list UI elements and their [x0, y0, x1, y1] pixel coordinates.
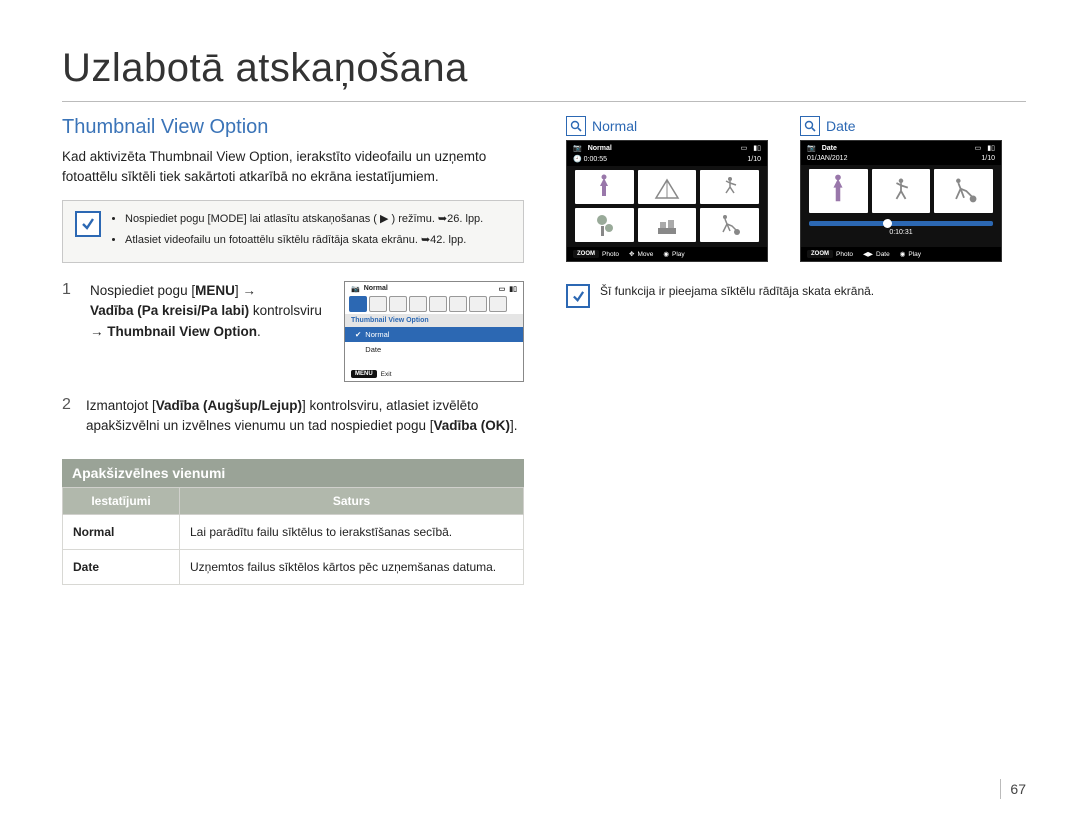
foot-label: Date [876, 251, 890, 258]
check-icon: ✔ [355, 330, 361, 339]
thumbnail[interactable] [575, 208, 634, 242]
step-text: ] → [235, 283, 256, 298]
camera-icon: 📷 [807, 144, 816, 152]
step-text: Nospiediet pogu [ [90, 283, 195, 298]
page-title: Uzlabotā atskaņošana [62, 46, 1026, 91]
table-cell: Lai parādītu failu sīktēlus to ierakstīš… [180, 514, 524, 549]
table-cell: Date [63, 549, 180, 584]
step-text: ]. [510, 418, 518, 433]
thumbnail[interactable] [638, 208, 697, 242]
step-text: Izmantojot [ [86, 398, 156, 413]
thumbnail[interactable] [700, 170, 759, 204]
table-row: Date Uzņemtos failus sīktēlos kārtos pēc… [63, 549, 524, 584]
battery-icon: ▮▯ [753, 144, 761, 152]
thumbnail[interactable] [934, 169, 993, 213]
step-text: Thumbnail View Option [107, 324, 257, 339]
battery-icon: ▮▯ [987, 144, 995, 152]
table-header: Iestatījumi [63, 487, 180, 514]
step-text: Vadība (Pa kreisi/Pa labi) [90, 303, 249, 318]
lcd-tab[interactable] [449, 296, 467, 312]
time-label: 0:10:31 [801, 229, 1001, 236]
check-icon [566, 284, 590, 308]
move-icon: ✥ [629, 250, 634, 258]
table-cell: Uzņemtos failus sīktēlos kārtos pēc uzņe… [180, 549, 524, 584]
foot-label: Photo [602, 251, 619, 258]
menu-badge: MENU [351, 370, 377, 378]
card-icon: ▭ [975, 144, 982, 152]
step-number: 1 [62, 281, 76, 299]
lcd-preview-date: 📷 Date ▭ ▮▯ 01/JAN/2012 1/10 [800, 140, 1002, 262]
lcd-tab[interactable] [429, 296, 447, 312]
timeline-slider[interactable] [809, 221, 993, 226]
table-row: Normal Lai parādītu failu sīktēlus to ie… [63, 514, 524, 549]
magnify-icon [800, 116, 820, 136]
check-icon [75, 211, 101, 237]
divider [62, 101, 1026, 102]
lcd-tab[interactable] [469, 296, 487, 312]
intro-text: Kad aktivizēta Thumbnail View Option, ie… [62, 147, 524, 186]
step-text: Vadība (Augšup/Lejup) [156, 398, 302, 413]
date-label: 01/JAN/2012 [807, 155, 847, 162]
thumbnail[interactable] [809, 169, 868, 213]
play-icon: ◉ [900, 250, 906, 258]
hint-box: Nospiediet pogu [MODE] lai atlasītu atsk… [62, 200, 524, 263]
lcd-option-selected[interactable]: ✔ Normal [345, 327, 523, 342]
thumbnail[interactable] [575, 170, 634, 204]
rbox-title: Date [826, 118, 856, 134]
hint-item: Atlasiet videofailu un fotoattēlu sīktēl… [125, 232, 483, 249]
camera-icon: 📷 [573, 144, 582, 152]
lcd-tab[interactable] [389, 296, 407, 312]
counter: 1/10 [981, 155, 995, 162]
step-text: Vadība (OK) [433, 418, 510, 433]
camera-icon: 📷 [351, 285, 360, 293]
foot-label: Photo [836, 251, 853, 258]
time-label: 0:00:55 [584, 156, 607, 163]
step-number: 2 [62, 396, 76, 437]
lcd-option-label: Date [365, 345, 381, 354]
hint-item: Nospiediet pogu [MODE] lai atlasītu atsk… [125, 211, 483, 228]
zoom-badge: ZOOM [807, 250, 833, 258]
card-icon: ▭ [741, 144, 748, 152]
card-icon: ▭ [499, 285, 506, 293]
hdr-label: Normal [364, 285, 388, 293]
lcd-preview-normal: 📷 Normal ▭ ▮▯ 🕘 0:00:55 1/10 [566, 140, 768, 262]
foot-label: Move [637, 251, 653, 258]
step-text: MENU [195, 283, 235, 298]
thumbnail[interactable] [872, 169, 931, 213]
lcd-tab[interactable] [489, 296, 507, 312]
thumbnail[interactable] [700, 208, 759, 242]
note-box: Šī funkcija ir pieejama sīktēlu rādītāja… [566, 284, 1026, 308]
date-icon: ◀▶ [863, 250, 873, 258]
battery-icon: ▮▯ [509, 285, 517, 293]
note-text: Šī funkcija ir pieejama sīktēlu rādītāja… [600, 284, 874, 298]
counter: 1/10 [747, 156, 761, 163]
foot-label: Play [672, 251, 685, 258]
magnify-icon [566, 116, 586, 136]
clock-icon: 🕘 [573, 156, 582, 163]
lcd-tab[interactable] [409, 296, 427, 312]
play-icon: ◉ [663, 250, 669, 258]
lcd-option[interactable]: ✔ Date [345, 342, 523, 357]
lcd-title: Thumbnail View Option [345, 314, 523, 327]
submenu-header: Apakšizvēlnes vienumi [62, 459, 524, 487]
exit-label: Exit [381, 371, 392, 378]
table-header: Saturs [180, 487, 524, 514]
mode-tag: Date [822, 145, 837, 152]
menu-lcd: 📷 Normal ▭ ▮▯ [344, 281, 524, 382]
step-text: . [257, 324, 261, 339]
lcd-tab[interactable] [369, 296, 387, 312]
zoom-badge: ZOOM [573, 250, 599, 258]
lcd-option-label: Normal [365, 330, 389, 339]
thumbnail[interactable] [638, 170, 697, 204]
lcd-tab[interactable] [349, 296, 367, 312]
mode-tag: Normal [588, 145, 612, 152]
table-cell: Normal [63, 514, 180, 549]
submenu-table: Iestatījumi Saturs Normal Lai parādītu f… [62, 487, 524, 585]
page-number: 67 [1010, 781, 1026, 797]
section-title: Thumbnail View Option [62, 116, 524, 139]
foot-label: Play [908, 251, 921, 258]
rbox-title: Normal [592, 118, 637, 134]
